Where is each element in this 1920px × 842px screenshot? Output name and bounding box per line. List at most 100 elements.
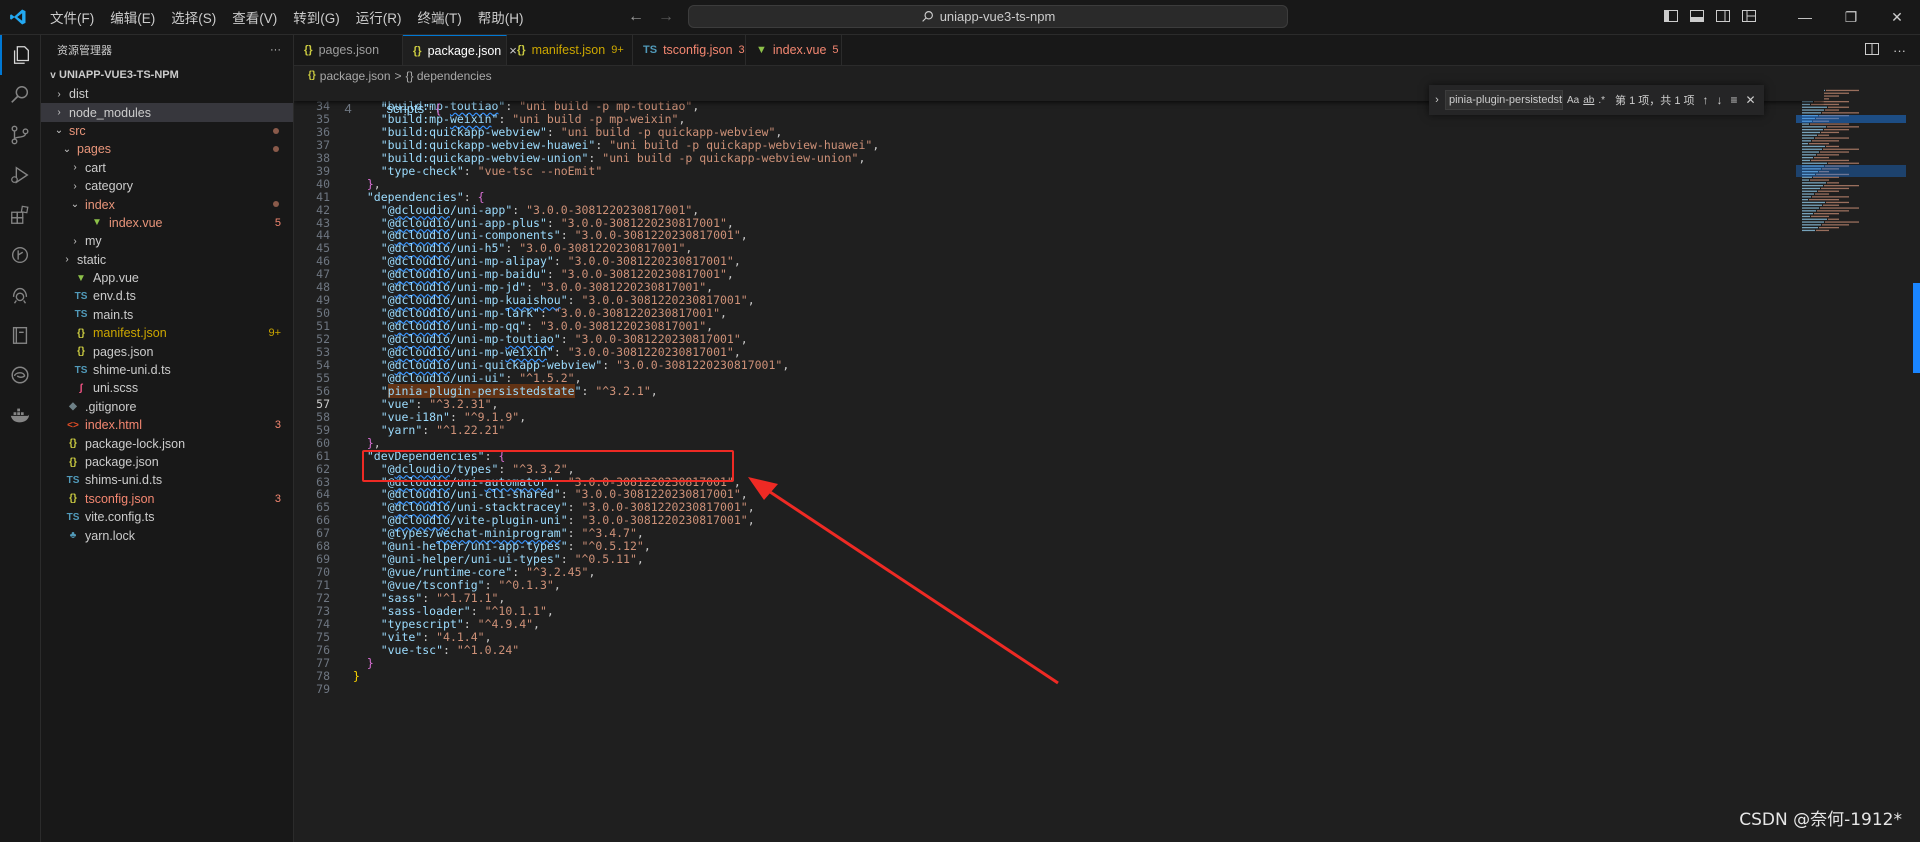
scrollbar-thumb[interactable] [1913, 283, 1920, 373]
toggle-panel-icon[interactable] [1684, 9, 1710, 25]
close-window-icon[interactable]: ✕ [1874, 9, 1920, 26]
tab-manifest-json[interactable]: {} manifest.json 9+ [507, 35, 633, 65]
remote-icon[interactable] [0, 275, 40, 315]
breadcrumb-symbol[interactable]: {} dependencies [406, 69, 492, 83]
customize-layout-icon[interactable] [1736, 9, 1762, 25]
code-text: "@dcloudio/uni-mp-toutiao": "3.0.0-30812… [380, 332, 748, 347]
file-item[interactable]: ◆ .gitignore [41, 398, 293, 416]
minimize-icon[interactable]: — [1782, 9, 1828, 25]
folder-item[interactable]: ⌄ pages [41, 140, 293, 158]
code-line[interactable]: 79 [294, 682, 1794, 698]
search-icon[interactable] [0, 75, 40, 115]
menu-item[interactable]: 查看(V) [224, 7, 285, 27]
menu-item[interactable]: 选择(S) [163, 7, 224, 27]
find-input-value: pinia-plugin-persistedstate [1449, 94, 1563, 106]
code-text: "@dcloudio/uni-mp-jd": "3.0.0-3081220230… [380, 280, 714, 295]
minimap-line [1802, 201, 1825, 204]
explorer-icon[interactable] [0, 35, 40, 75]
folder-item[interactable]: › node_modules [41, 103, 293, 122]
command-center-search[interactable]: uniapp-vue3-ts-npm [688, 5, 1288, 28]
folder-item[interactable]: › category [41, 177, 293, 195]
match-whole-word-icon[interactable]: ab [1583, 95, 1594, 106]
run-debug-icon[interactable] [0, 155, 40, 195]
file-item[interactable]: ʃ uni.scss [41, 379, 293, 397]
file-item[interactable]: <> index.html 3 [41, 416, 293, 434]
close-find-icon[interactable]: ✕ [1746, 93, 1756, 107]
breadcrumb-file[interactable]: package.json [320, 69, 391, 83]
file-item[interactable]: {} package-lock.json [41, 434, 293, 452]
forward-icon[interactable]: → [658, 8, 674, 26]
docker-icon[interactable] [0, 395, 40, 435]
tab-index-vue[interactable]: ▼ index.vue 5 [746, 35, 842, 65]
code-text: "@dcloudio/uni-app-plus": "3.0.0-3081220… [380, 215, 734, 230]
tab-label: tsconfig.json [663, 43, 733, 57]
file-item[interactable]: ♣ yarn.lock [41, 526, 293, 544]
timeline-icon[interactable] [0, 235, 40, 275]
tab-label: index.vue [772, 43, 827, 57]
toggle-primary-sidebar-icon[interactable] [1658, 9, 1684, 25]
tab-label: package.json [427, 43, 502, 58]
line-number: 79 [316, 681, 330, 696]
folder-item[interactable]: › static [41, 251, 293, 269]
file-item[interactable]: ▼ index.vue 5 [41, 214, 293, 232]
menu-item[interactable]: 运行(R) [348, 7, 410, 27]
code-text: "sass": "^1.71.1", [380, 591, 506, 606]
typescript-file-icon: TS [74, 364, 88, 376]
code-text: "@vue/tsconfig": "^0.1.3", [380, 578, 561, 593]
minimap-line [1811, 159, 1849, 162]
vertical-scrollbar[interactable] [1906, 85, 1920, 842]
edge-icon[interactable] [0, 355, 40, 395]
folder-item[interactable]: › my [41, 232, 293, 250]
workspace-root[interactable]: v UNIAPP-VUE3-TS-NPM [41, 65, 293, 85]
menu-item[interactable]: 文件(F) [42, 7, 102, 27]
file-item[interactable]: TS env.d.ts [41, 287, 293, 305]
find-in-selection-icon[interactable]: ≡ [1731, 93, 1738, 107]
more-actions-icon[interactable]: ··· [1893, 43, 1906, 58]
tab-pages-json[interactable]: {} pages.json [294, 35, 403, 65]
find-input[interactable]: pinia-plugin-persistedstate [1445, 90, 1563, 110]
file-item[interactable]: TS shime-uni.d.ts [41, 361, 293, 379]
next-match-icon[interactable]: ↓ [1717, 93, 1723, 107]
file-item[interactable]: TS vite.config.ts [41, 508, 293, 526]
minimap-viewport [1796, 165, 1906, 177]
file-item[interactable]: {} pages.json [41, 342, 293, 360]
json-file-icon: {} [69, 438, 77, 450]
notebook-icon[interactable] [0, 315, 40, 355]
file-item[interactable]: {} tsconfig.json 3 [41, 490, 293, 508]
toggle-replace-icon[interactable]: › [1429, 94, 1445, 106]
file-item[interactable]: TS shims-uni.d.ts [41, 471, 293, 489]
file-item[interactable]: TS main.ts [41, 306, 293, 324]
modified-dot [273, 127, 279, 134]
restore-icon[interactable]: ❐ [1828, 9, 1874, 26]
file-item[interactable]: {} manifest.json 9+ [41, 324, 293, 342]
extensions-icon[interactable] [0, 195, 40, 235]
folder-item[interactable]: ⌄ src [41, 122, 293, 140]
menu-item[interactable]: 转到(G) [285, 7, 348, 27]
minimap-line [1814, 213, 1839, 215]
code-text: "build:quickapp-webview-huawei": "uni bu… [380, 137, 880, 152]
use-regex-icon[interactable]: .* [1598, 95, 1605, 106]
back-icon[interactable]: ← [628, 8, 644, 26]
file-item[interactable]: {} package.json [41, 453, 293, 471]
previous-match-icon[interactable]: ↑ [1703, 93, 1709, 107]
folder-item[interactable]: › dist [41, 85, 293, 103]
tab-tsconfig-json[interactable]: TS tsconfig.json 3 [633, 35, 746, 65]
menu-item[interactable]: 终端(T) [410, 7, 470, 27]
match-case-icon[interactable]: Aa [1567, 95, 1579, 106]
minimap[interactable] [1796, 85, 1906, 235]
menu-item[interactable]: 编辑(E) [102, 7, 163, 27]
file-item[interactable]: ▼ App.vue [41, 269, 293, 287]
split-editor-icon[interactable] [1865, 42, 1879, 58]
code-text: "vue-tsc": "^1.0.24" [380, 642, 520, 657]
source-control-icon[interactable] [0, 115, 40, 155]
more-actions-icon[interactable]: ··· [270, 44, 281, 56]
tab-package-json[interactable]: {} package.json × [403, 35, 517, 65]
folder-item[interactable]: ⌄ index [41, 195, 293, 213]
minimap-line [1811, 103, 1839, 106]
folder-item[interactable]: › cart [41, 159, 293, 177]
code-text: "vite": "4.1.4", [380, 629, 492, 644]
menu-item[interactable]: 帮助(H) [470, 7, 532, 27]
minimap-line [1815, 137, 1849, 139]
toggle-secondary-sidebar-icon[interactable] [1710, 9, 1736, 25]
typescript-file-icon: TS [66, 511, 80, 523]
